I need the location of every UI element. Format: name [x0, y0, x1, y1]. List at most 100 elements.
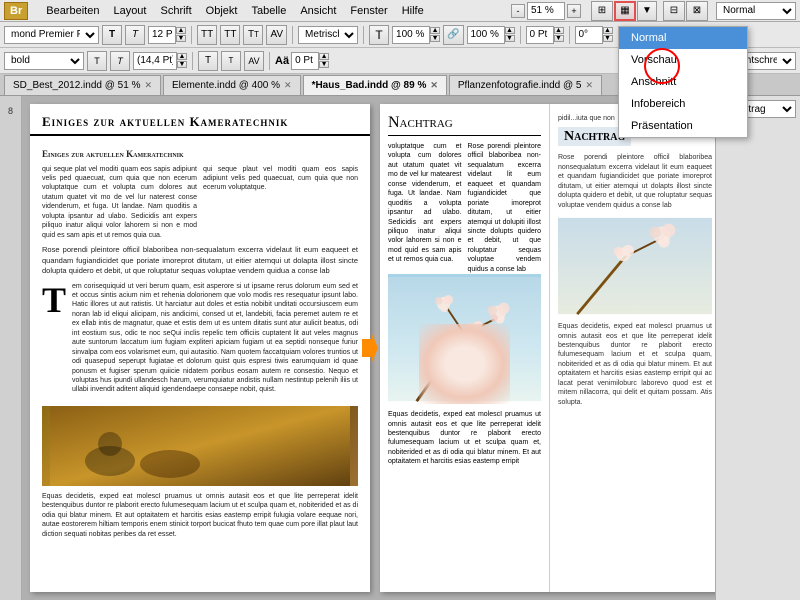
font-style-T2[interactable]: T: [125, 25, 145, 45]
text-btn-T-med1[interactable]: T: [198, 51, 218, 71]
tab-2-close[interactable]: ✕: [430, 80, 438, 91]
sep4: [520, 26, 521, 44]
font-size-up[interactable]: ▲: [176, 27, 186, 34]
font-family-select[interactable]: mond Premier Pro: [4, 26, 99, 44]
angle-arrows: ▲ ▼: [603, 27, 613, 42]
tab-1-label: Elemente.indd @ 400 %: [172, 80, 280, 91]
scale2-arrows: ▲ ▼: [505, 27, 515, 42]
menu-ansicht[interactable]: Ansicht: [294, 3, 342, 19]
menu-fenster[interactable]: Fenster: [344, 3, 393, 19]
right-col-right-text2: Equas decidetis, exped eat molescI pruam…: [558, 322, 712, 407]
right-page: Nachtrag voluptatque cum et volupta cum …: [380, 104, 715, 592]
scale1-down[interactable]: ▼: [430, 35, 440, 42]
dropdown-item-anschnitt[interactable]: Anschnitt: [619, 71, 747, 93]
font-size-input[interactable]: [148, 26, 176, 44]
aa-up[interactable]: ▲: [319, 53, 329, 60]
tab-0-close[interactable]: ✕: [144, 80, 152, 91]
text-btn-T-med2[interactable]: T: [221, 51, 241, 71]
text-btn-TT1[interactable]: TT: [197, 25, 217, 45]
aa-input[interactable]: [291, 52, 319, 70]
menu-hilfe[interactable]: Hilfe: [396, 3, 430, 19]
view-mode-dropdown[interactable]: ▼: [637, 1, 657, 21]
sep5: [569, 26, 570, 44]
br-badge: Br: [4, 2, 28, 20]
leading-up[interactable]: ▲: [177, 53, 187, 60]
scale2-area: ▲ ▼: [467, 26, 515, 44]
scale2-up[interactable]: ▲: [505, 27, 515, 34]
scale1-input[interactable]: [392, 26, 430, 44]
right-text-col2: Rose porendi pleintore officil blaboribe…: [468, 142, 542, 274]
dropdown-item-praesentation[interactable]: Präsentation: [619, 115, 747, 137]
right-col-right-text: Rose porendi pleintore officil blaboribe…: [558, 153, 712, 210]
scale2-down[interactable]: ▼: [505, 35, 515, 42]
right-two-cols: voluptatque cum et volupta cum dolores a…: [388, 142, 541, 274]
drop-cap-section: T em corisequiquid ut veri berum quam, e…: [42, 282, 358, 400]
text-btn-T-small2[interactable]: T: [110, 51, 130, 71]
menu-objekt[interactable]: Objekt: [200, 3, 244, 19]
tab-1[interactable]: Elemente.indd @ 400 % ✕: [163, 75, 301, 95]
aa-value-area: ▲ ▼: [291, 52, 329, 70]
arrange-btn1[interactable]: ⊟: [663, 1, 685, 21]
text-btn-TT3[interactable]: TT: [243, 25, 263, 45]
dropdown-item-infobereich[interactable]: Infobereich: [619, 93, 747, 115]
leading-area: ▲ ▼: [133, 52, 187, 70]
flower-svg: [388, 274, 541, 404]
angle-up[interactable]: ▲: [603, 27, 613, 34]
font-style-select[interactable]: bold: [4, 52, 84, 70]
offset-input[interactable]: [526, 26, 554, 44]
left-image: [42, 406, 358, 486]
zoom-in-btn[interactable]: +: [567, 4, 581, 18]
dropdown-item-vorschau[interactable]: Vorschau: [619, 49, 747, 71]
angle-down[interactable]: ▼: [603, 35, 613, 42]
leading-input[interactable]: [133, 52, 177, 70]
text-btn-AV[interactable]: AV: [266, 25, 287, 45]
text-btn-TT2[interactable]: TT: [220, 25, 240, 45]
text-btn-AV-small[interactable]: AV: [244, 51, 264, 71]
sep7: [269, 52, 270, 70]
view-mode-select[interactable]: Normal Vorschau Anschnitt Infobereich Pr…: [716, 2, 796, 20]
menu-tabelle[interactable]: Tabelle: [245, 3, 292, 19]
right-bottom-text: Equas decidetis, exped eat molescI pruam…: [388, 410, 541, 467]
tab-0[interactable]: SD_Best_2012.indd @ 51 % ✕: [4, 75, 161, 95]
offset-arrows: ▲ ▼: [554, 27, 564, 42]
sep3: [363, 26, 364, 44]
right-panel: Nachtrag: [715, 96, 800, 600]
dropdown-item-normal[interactable]: Normal: [619, 27, 747, 49]
menu-bearbeiten[interactable]: Bearbeiten: [40, 3, 105, 19]
tab-3-label: Pflanzenfotografie.indd @ 5: [458, 80, 582, 91]
right-text-col1: voluptatque cum et volupta cum dolores a…: [388, 142, 462, 274]
scale1-up[interactable]: ▲: [430, 27, 440, 34]
offset-down[interactable]: ▼: [554, 35, 564, 42]
text-T-icon: T: [369, 25, 389, 45]
font-size-arrows: ▲ ▼: [176, 27, 186, 42]
right-col1-text: voluptatque cum et volupta cum dolores a…: [388, 142, 462, 265]
angle-input[interactable]: [575, 26, 603, 44]
zoom-out-btn[interactable]: -: [511, 4, 525, 18]
font-style-T1[interactable]: T: [102, 25, 122, 45]
view-controls: ⊞ ▦ ▼ ⊟ ⊠: [591, 1, 708, 21]
tab-3[interactable]: Pflanzenfotografie.indd @ 5 ✕: [449, 75, 602, 95]
offset-up[interactable]: ▲: [554, 27, 564, 34]
view-grid-btn[interactable]: ⊞: [591, 1, 613, 21]
sep6: [192, 52, 193, 70]
angle-area: ▲ ▼: [575, 26, 613, 44]
aa-down[interactable]: ▼: [319, 61, 329, 68]
tab-2[interactable]: *Haus_Bad.indd @ 89 % ✕: [303, 75, 447, 95]
tab-1-close[interactable]: ✕: [284, 80, 292, 91]
tab-2-label: *Haus_Bad.indd @ 89 %: [312, 80, 427, 91]
right-col-left: Nachtrag voluptatque cum et volupta cum …: [380, 104, 550, 592]
chain-btn[interactable]: 🔗: [443, 25, 463, 45]
menu-schrift[interactable]: Schrift: [154, 3, 197, 19]
arrange-btn2[interactable]: ⊠: [686, 1, 708, 21]
font-size-down[interactable]: ▼: [176, 35, 186, 42]
leading-down[interactable]: ▼: [177, 61, 187, 68]
canvas-area[interactable]: Einiges zur aktuellen Kameratechnik Eini…: [22, 96, 715, 600]
scale2-input[interactable]: [467, 26, 505, 44]
tab-3-close[interactable]: ✕: [585, 80, 593, 91]
view-layout-btn[interactable]: ▦: [614, 1, 636, 21]
text-btn-T-small1[interactable]: T: [87, 51, 107, 71]
left-page-header: Einiges zur aktuellen Kameratechnik: [30, 104, 370, 136]
zoom-input[interactable]: 51 %: [527, 2, 565, 20]
metric-select[interactable]: Metrisch: [298, 26, 358, 44]
menu-layout[interactable]: Layout: [107, 3, 152, 19]
